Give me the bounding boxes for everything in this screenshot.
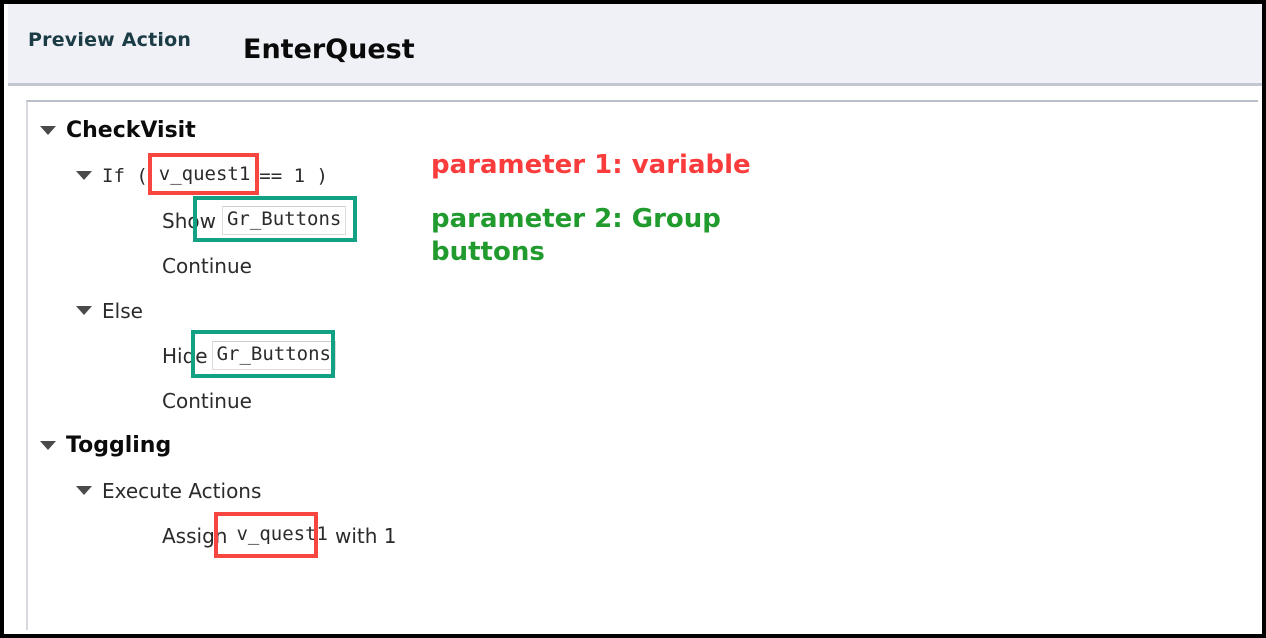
tree-node-label: Toggling [66,433,172,458]
hide-group-parameter[interactable]: Gr_Buttons [211,341,336,370]
chevron-down-icon[interactable] [40,126,56,135]
tree-node-toggling[interactable]: Toggling [28,423,1258,468]
tree-node-label: Else [102,298,143,323]
tree-node-label: CheckVisit [66,118,196,143]
tree-node-execute-actions[interactable]: Execute Actions [28,468,1258,513]
if-variable-parameter[interactable]: v_quest1 [153,161,256,190]
tree-node-label: Show [162,208,216,233]
tree-node-label: Assign [162,523,228,548]
chevron-down-icon[interactable] [76,171,92,180]
preview-action-window: Preview Action EnterQuest CheckVisit If … [0,0,1266,638]
if-condition-suffix: == 1 ) [259,164,328,187]
assign-value-suffix: with 1 [334,523,397,548]
tree-node-checkvisit[interactable]: CheckVisit [28,108,1258,153]
tree-node-continue-else[interactable]: Continue [28,378,1258,423]
tree-node-label: Execute Actions [102,478,262,503]
page-title: EnterQuest [243,34,415,65]
chevron-down-icon[interactable] [40,441,56,450]
callout-parameter-2: parameter 2: Group buttons [431,204,721,267]
tree-node-label: Hide [162,343,208,368]
window-header: Preview Action EnterQuest [8,4,1262,86]
callout-parameter-1: parameter 1: variable [431,150,751,180]
tree-node-hide[interactable]: Hide Gr_Buttons [28,333,1258,378]
preview-action-label: Preview Action [28,29,192,51]
tree-node-label: Continue [162,253,252,278]
show-group-parameter[interactable]: Gr_Buttons [221,206,347,235]
assign-variable-parameter[interactable]: v_quest1 [231,521,333,550]
tree-node-label: Continue [162,388,252,413]
tree-node-label: If ( [102,164,148,187]
tree-node-assign[interactable]: Assign v_quest1 with 1 [28,513,1258,558]
tree-node-else[interactable]: Else [28,288,1258,333]
chevron-down-icon[interactable] [76,306,92,315]
chevron-down-icon[interactable] [76,486,92,495]
